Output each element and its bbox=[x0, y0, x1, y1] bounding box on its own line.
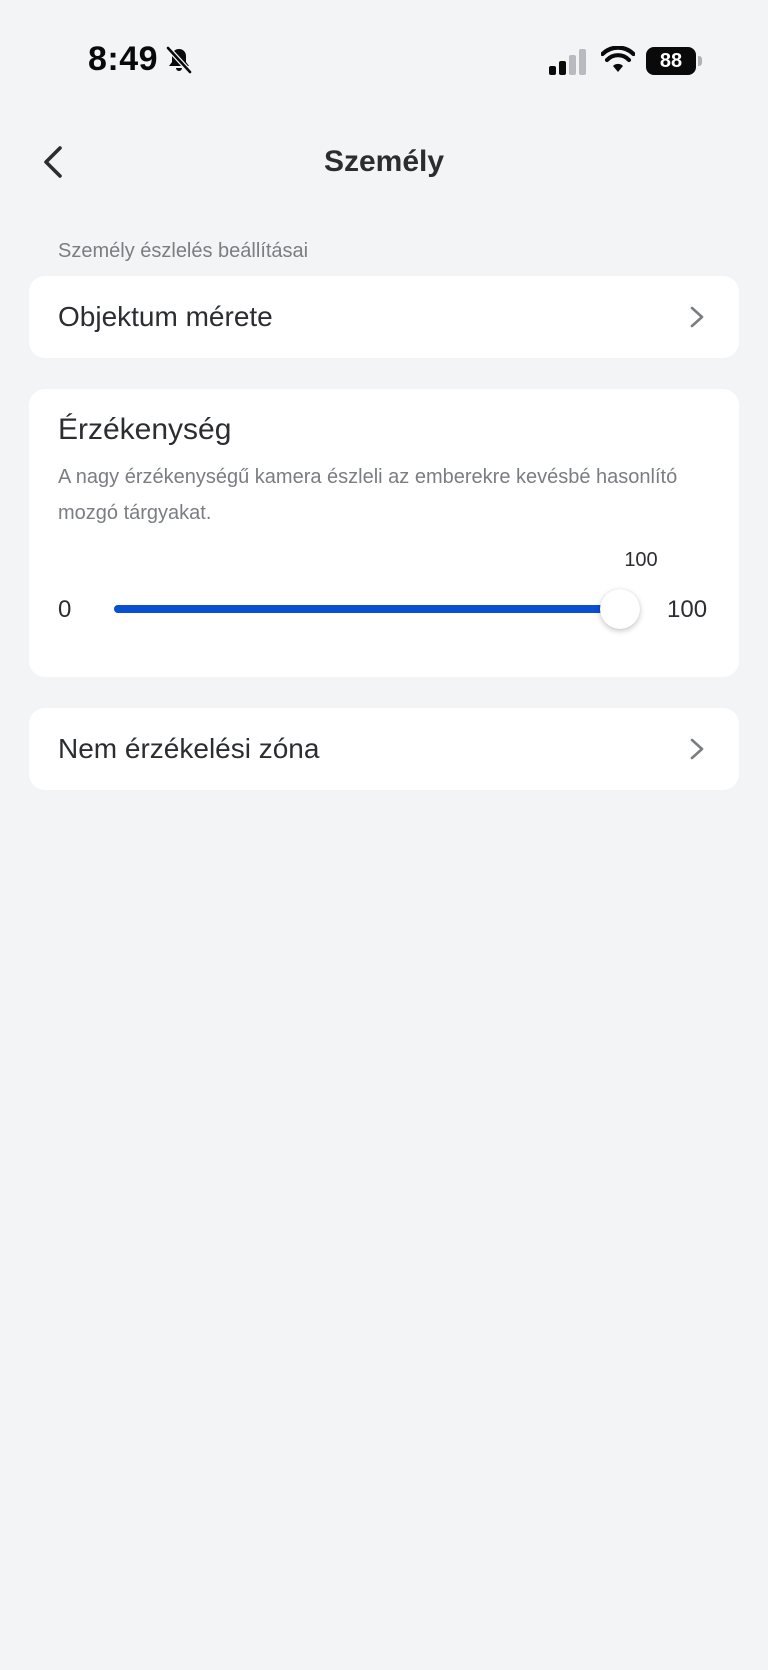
chevron-right-icon bbox=[690, 306, 704, 328]
battery-level: 88 bbox=[646, 47, 696, 75]
no-detection-zone-row[interactable]: Nem érzékelési zóna bbox=[29, 708, 739, 790]
battery-icon: 88 bbox=[646, 47, 702, 75]
no-detection-zone-label: Nem érzékelési zóna bbox=[58, 733, 320, 764]
battery-tip bbox=[698, 56, 702, 66]
object-size-label: Objektum mérete bbox=[58, 301, 273, 332]
bell-slash-icon bbox=[165, 45, 193, 75]
sensitivity-description: A nagy érzékenységű kamera észleli az em… bbox=[58, 466, 678, 524]
object-size-row[interactable]: Objektum mérete bbox=[29, 276, 739, 358]
chevron-right-icon bbox=[690, 738, 704, 760]
slider-fill bbox=[114, 605, 620, 613]
status-time: 8:49 bbox=[88, 40, 159, 78]
slider-current-value: 100 bbox=[624, 549, 658, 571]
cellular-signal-icon bbox=[549, 49, 586, 75]
slider-min-label: 0 bbox=[58, 596, 72, 623]
sensitivity-title: Érzékenység bbox=[58, 413, 232, 446]
wifi-icon bbox=[601, 46, 635, 72]
section-caption: Személy észlelés beállításai bbox=[58, 240, 309, 262]
slider-thumb[interactable] bbox=[600, 589, 640, 629]
status-bar: 8:49 88 bbox=[0, 0, 768, 124]
screen: 8:49 88 Személy Személy észlelés beállít… bbox=[0, 0, 768, 1670]
page-title: Személy bbox=[323, 145, 445, 178]
sensitivity-card: Érzékenység A nagy érzékenységű kamera é… bbox=[29, 389, 739, 677]
slider-max-label: 100 bbox=[667, 596, 708, 623]
sensitivity-slider[interactable] bbox=[114, 589, 640, 629]
